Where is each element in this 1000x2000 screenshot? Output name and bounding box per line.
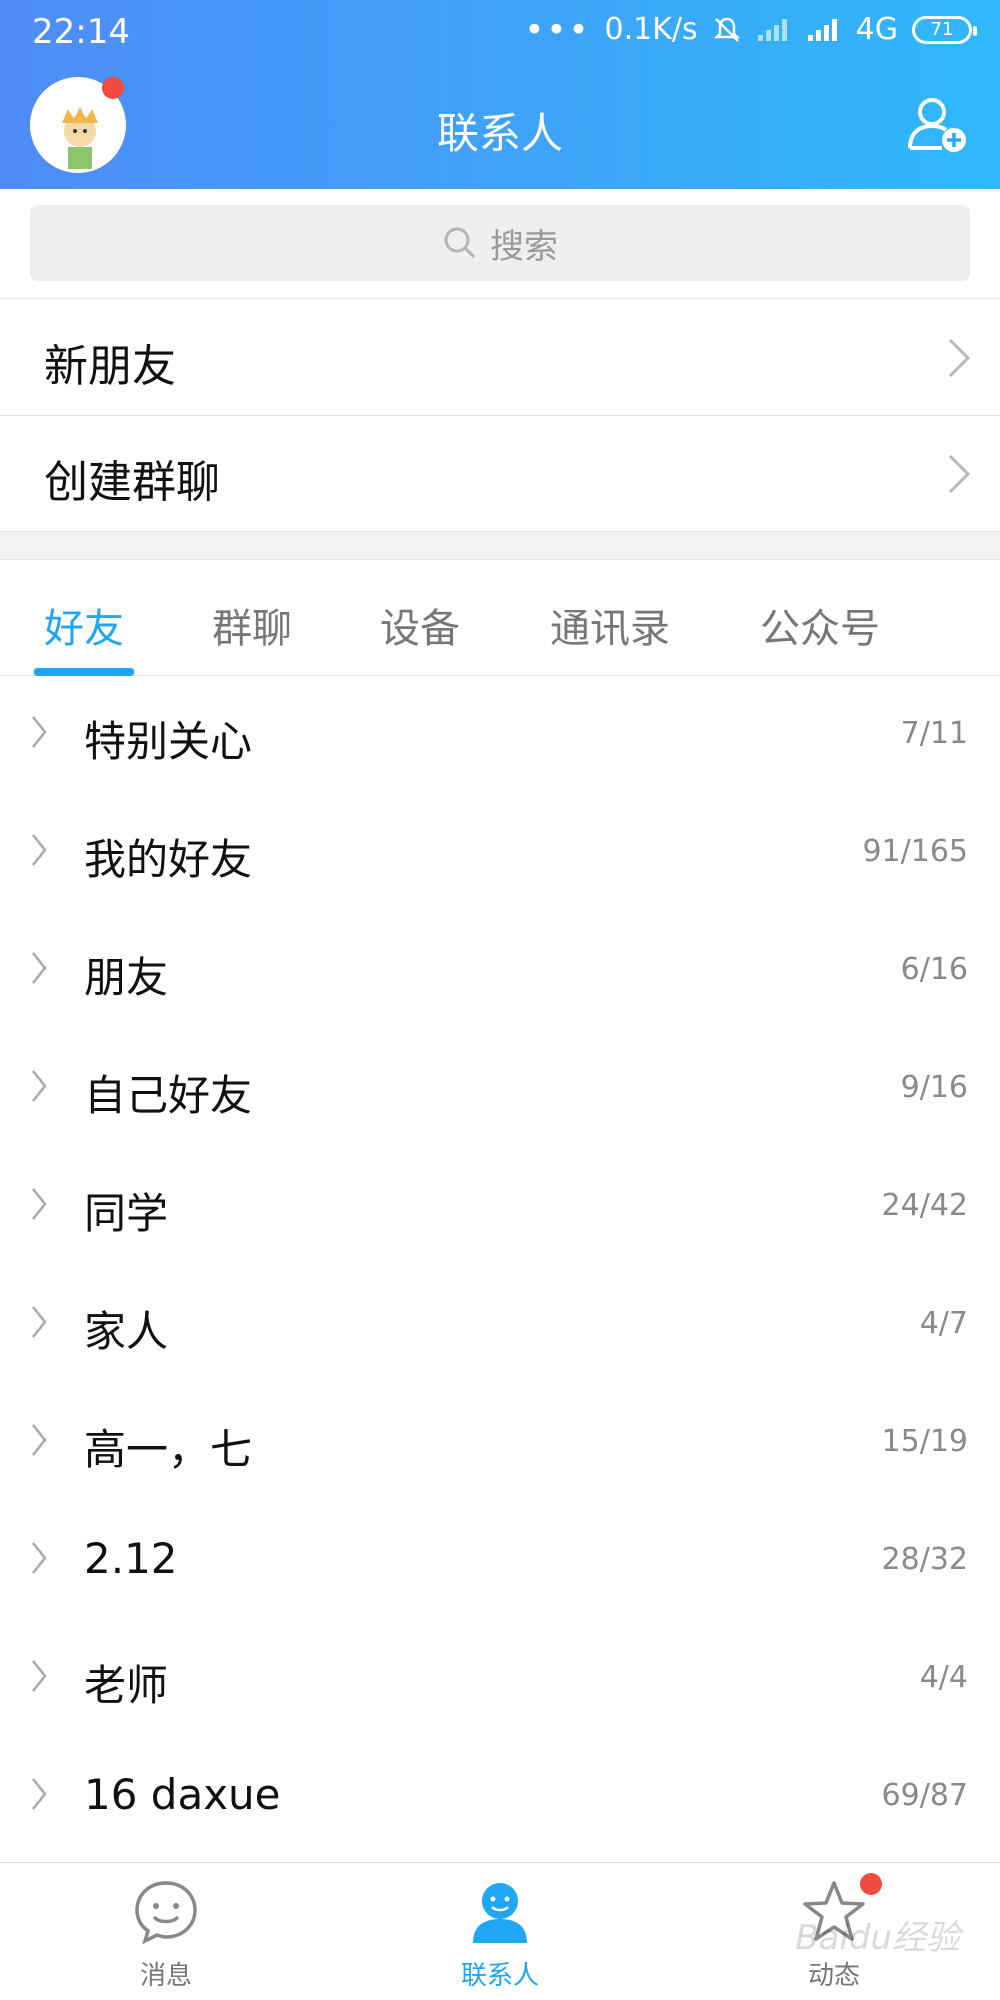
contacts-icon — [473, 1883, 527, 1943]
group-row[interactable]: 特别关心 7/11 — [0, 676, 1000, 794]
header: 22:14 ••• 0.1K/s 4G 71 联系人 — [0, 0, 1000, 189]
chevron-right-icon — [32, 1424, 47, 1456]
group-count: 69/87 — [881, 1778, 968, 1813]
group-name: 16 daxue — [84, 1770, 281, 1819]
group-name: 同学 — [84, 1189, 169, 1238]
chevron-right-icon — [32, 952, 47, 984]
net-speed: 0.1K/s — [604, 12, 698, 47]
group-name: 我的好友 — [84, 835, 253, 884]
tab-friends[interactable]: 好友 — [44, 596, 124, 654]
chevron-right-icon — [32, 1778, 47, 1810]
avatar-badge — [102, 77, 124, 99]
group-count: 9/16 — [900, 1070, 968, 1105]
chevron-right-icon — [32, 1070, 47, 1102]
tab-official-accounts[interactable]: 公众号 — [760, 596, 880, 654]
group-row[interactable]: 同学 24/42 — [0, 1148, 1000, 1266]
nav-moments-label: 动态 — [807, 1961, 860, 1991]
chevron-right-icon — [32, 1660, 47, 1692]
signal-icon-2 — [807, 18, 837, 41]
chevron-right-icon — [32, 1306, 47, 1338]
more-dots-icon: ••• — [524, 9, 591, 50]
group-name: 高一，七 — [84, 1425, 253, 1474]
search-input[interactable]: 搜索 — [30, 205, 970, 281]
nav-contacts-label: 联系人 — [460, 1961, 539, 1991]
group-count: 24/42 — [881, 1188, 968, 1223]
group-row[interactable]: 高一，七 15/19 — [0, 1384, 1000, 1502]
watermark-text: Baidu经验 — [795, 1918, 960, 1958]
status-icons: ••• 0.1K/s 4G 71 — [524, 9, 977, 50]
nav-contacts[interactable]: 联系人 — [400, 1877, 600, 1992]
group-name: 老师 — [84, 1661, 169, 1710]
chevron-right-icon — [32, 834, 47, 866]
group-row[interactable]: 家人 4/7 — [0, 1266, 1000, 1384]
group-row[interactable]: 朋友 6/16 — [0, 912, 1000, 1030]
group-row[interactable]: 自己好友 9/16 — [0, 1030, 1000, 1148]
group-count: 6/16 — [900, 952, 968, 987]
chevron-right-icon — [32, 1188, 47, 1220]
new-friends-row[interactable]: 新朋友 — [0, 300, 1000, 416]
group-name: 家人 — [84, 1307, 169, 1356]
nav-messages-label: 消息 — [139, 1961, 192, 1991]
active-tab-indicator — [34, 668, 134, 676]
tab-address-book[interactable]: 通讯录 — [550, 596, 670, 654]
signal-icon — [757, 18, 787, 41]
group-name: 朋友 — [84, 953, 169, 1002]
tab-devices[interactable]: 设备 — [380, 596, 460, 654]
search-icon — [444, 227, 476, 259]
group-count: 7/11 — [900, 716, 968, 751]
tab-groups[interactable]: 群聊 — [212, 596, 292, 654]
group-count: 28/32 — [881, 1542, 968, 1577]
group-count: 4/7 — [919, 1306, 968, 1341]
group-count: 91/165 — [862, 834, 968, 869]
group-name: 2.12 — [84, 1534, 178, 1583]
network-type: 4G — [855, 12, 898, 47]
group-row[interactable]: 2.12 28/32 — [0, 1502, 1000, 1620]
create-group-label: 创建群聊 — [44, 457, 220, 508]
moments-badge — [860, 1873, 882, 1895]
message-icon — [135, 1881, 197, 1945]
status-bar: 22:14 ••• 0.1K/s 4G 71 — [0, 0, 1000, 62]
chevron-right-icon — [32, 1542, 47, 1574]
group-row[interactable]: 老师 4/4 — [0, 1620, 1000, 1738]
group-count: 15/19 — [881, 1424, 968, 1459]
contact-tabs: 好友 群聊 设备 通讯录 公众号 — [0, 560, 1000, 676]
create-group-row[interactable]: 创建群聊 — [0, 416, 1000, 532]
group-name: 自己好友 — [84, 1071, 253, 1120]
group-row[interactable]: 我的好友 91/165 — [0, 794, 1000, 912]
group-count: 4/4 — [919, 1660, 968, 1695]
search-bar: 搜索 — [0, 189, 1000, 299]
chevron-right-icon — [948, 454, 971, 494]
battery-icon: 71 — [912, 15, 977, 44]
new-friends-label: 新朋友 — [44, 341, 176, 392]
group-row[interactable]: 16 daxue 69/87 — [0, 1738, 1000, 1856]
status-time: 22:14 — [32, 12, 130, 52]
page-title: 联系人 — [436, 109, 563, 158]
section-divider — [0, 532, 1000, 560]
group-name: 特别关心 — [84, 717, 253, 766]
nav-messages[interactable]: 消息 — [66, 1877, 266, 1992]
chevron-right-icon — [948, 338, 971, 378]
mute-bell-icon — [713, 17, 740, 42]
search-placeholder: 搜索 — [490, 226, 558, 267]
add-friend-icon[interactable] — [906, 92, 970, 156]
chevron-right-icon — [32, 716, 47, 748]
